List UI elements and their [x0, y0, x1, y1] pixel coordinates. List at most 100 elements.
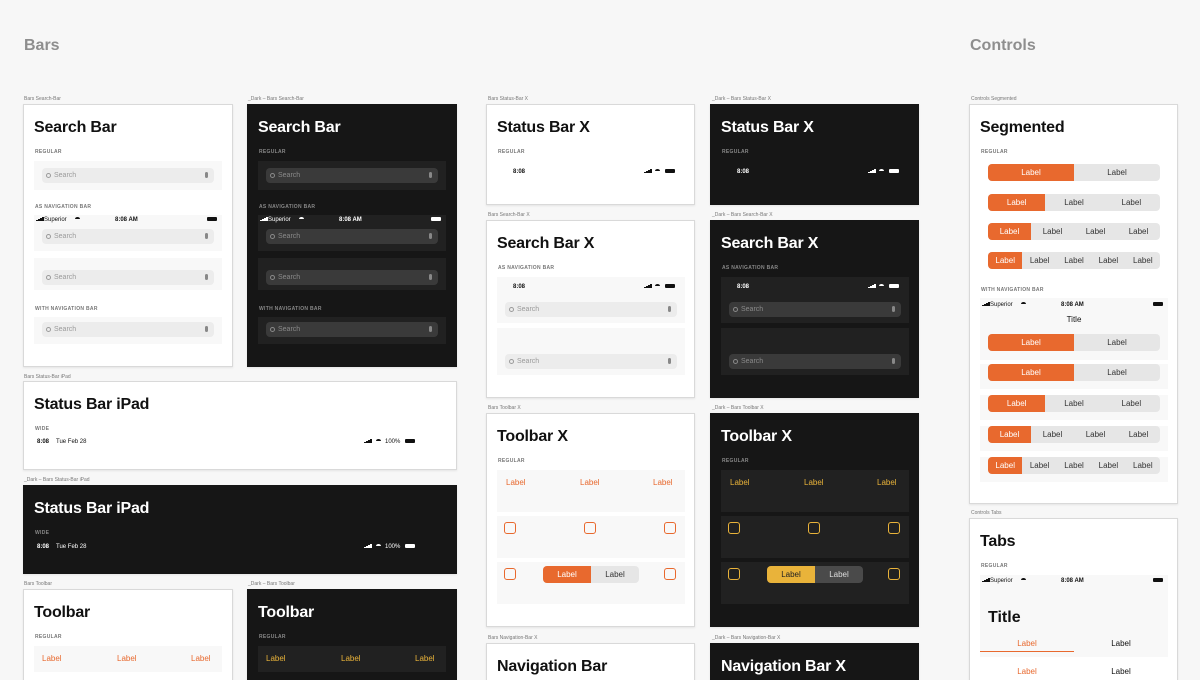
segmented-control-5[interactable]: Label Label Label Label Label: [988, 457, 1160, 474]
segment[interactable]: Label: [1057, 457, 1091, 474]
segment[interactable]: Label: [591, 566, 639, 583]
segment[interactable]: Label: [988, 395, 1046, 412]
toolbar-button-left[interactable]: Label: [42, 654, 62, 663]
checkbox-icon[interactable]: [664, 568, 676, 580]
checkbox-icon[interactable]: [728, 522, 740, 534]
status-bar-ipad-dark-artboard[interactable]: Status Bar iPad WIDE 8:08 Tue Feb 28 100…: [23, 485, 457, 574]
segmented-artboard[interactable]: Segmented REGULAR Label Label Label Label L…: [969, 104, 1178, 504]
segment[interactable]: Label: [1074, 164, 1160, 181]
search-field[interactable]: Search: [42, 168, 214, 183]
status-bar-ipad-artboard[interactable]: Status Bar iPad WIDE 8:08 Tue Feb 28 100…: [23, 381, 457, 470]
toolbar-button-right[interactable]: Label: [653, 478, 673, 487]
segment[interactable]: Label: [767, 566, 815, 583]
segment[interactable]: Label: [1074, 334, 1160, 351]
segment[interactable]: Label: [1022, 457, 1056, 474]
segment[interactable]: Label: [988, 334, 1074, 351]
checkbox-icon[interactable]: [888, 568, 900, 580]
segment[interactable]: Label: [1031, 223, 1074, 240]
search-field[interactable]: Search: [266, 229, 438, 244]
segmented-control-3[interactable]: Label Label Label: [988, 395, 1160, 412]
segment[interactable]: Label: [1126, 252, 1160, 269]
segment[interactable]: Label: [1117, 426, 1160, 443]
tab-active[interactable]: Label: [980, 639, 1074, 652]
toolbar-artboard[interactable]: Toolbar REGULAR Label Label Label: [23, 589, 233, 680]
tab[interactable]: Label: [1074, 667, 1168, 679]
segmented-control-5[interactable]: Label Label Label Label Label: [988, 252, 1160, 269]
toolbar-button-right[interactable]: Label: [877, 478, 897, 487]
segment[interactable]: Label: [988, 252, 1023, 269]
segment[interactable]: Label: [1103, 194, 1160, 211]
segment[interactable]: Label: [1091, 457, 1125, 474]
segment[interactable]: Label: [815, 566, 863, 583]
segment[interactable]: Label: [1057, 252, 1091, 269]
segment[interactable]: Label: [1103, 395, 1160, 412]
segment[interactable]: Label: [988, 364, 1074, 381]
segmented-control-2[interactable]: Label Label: [988, 364, 1160, 381]
checkbox-icon[interactable]: [504, 522, 516, 534]
checkbox-icon[interactable]: [664, 522, 676, 534]
toolbar-button-right[interactable]: Label: [415, 654, 435, 663]
search-field[interactable]: Search: [42, 322, 214, 337]
segmented-control-4[interactable]: Label Label Label Label: [988, 426, 1160, 443]
checkbox-icon[interactable]: [584, 522, 596, 534]
checkbox-icon[interactable]: [728, 568, 740, 580]
search-field[interactable]: Search: [266, 168, 438, 183]
tab[interactable]: Label: [1074, 639, 1168, 652]
segment[interactable]: Label: [1045, 395, 1102, 412]
segmented-control-3[interactable]: Label Label Label: [988, 194, 1160, 211]
segment[interactable]: Label: [988, 426, 1031, 443]
toolbar-button-center[interactable]: Label: [117, 654, 137, 663]
toolbar-button-center[interactable]: Label: [341, 654, 361, 663]
toolbar-button-center[interactable]: Label: [580, 478, 600, 487]
tab-bar[interactable]: Label Label: [980, 639, 1168, 652]
segment[interactable]: Label: [1126, 457, 1160, 474]
search-bar-x-artboard[interactable]: Search Bar X AS NAVIGATION BAR 8:08 Sear…: [486, 220, 695, 398]
toolbar-dark-artboard[interactable]: Toolbar REGULAR Label Label Label: [247, 589, 457, 680]
tab-bar[interactable]: Label Label: [980, 667, 1168, 679]
segmented-control-2[interactable]: Label Label: [988, 334, 1160, 351]
checkbox-icon[interactable]: [808, 522, 820, 534]
navigation-bar-x-artboard[interactable]: Navigation Bar: [486, 643, 695, 680]
tab-active[interactable]: Label: [980, 667, 1074, 679]
segment[interactable]: Label: [988, 194, 1046, 211]
search-bar-x-dark-artboard[interactable]: Search Bar X AS NAVIGATION BAR 8:08 Sear…: [710, 220, 919, 398]
toolbar-button-left[interactable]: Label: [266, 654, 286, 663]
segmented-control-2[interactable]: Label Label: [988, 164, 1160, 181]
checkbox-icon[interactable]: [504, 568, 516, 580]
segmented-control[interactable]: Label Label: [767, 566, 863, 583]
navigation-bar-x-dark-artboard[interactable]: Navigation Bar X: [710, 643, 919, 680]
search-field[interactable]: Search: [42, 270, 214, 285]
segment[interactable]: Label: [988, 457, 1023, 474]
segmented-control[interactable]: Label Label: [543, 566, 639, 583]
segment[interactable]: Label: [1045, 194, 1102, 211]
search-field[interactable]: Search: [266, 322, 438, 337]
segment[interactable]: Label: [1117, 223, 1160, 240]
search-bar-dark-artboard[interactable]: Search Bar REGULAR Search AS NAVIGATION …: [247, 104, 457, 367]
search-field[interactable]: Search: [729, 302, 901, 317]
tabs-artboard[interactable]: Tabs REGULAR Superior 8:08 AM Title Labe…: [969, 518, 1178, 680]
search-field[interactable]: Search: [729, 354, 901, 369]
search-field[interactable]: Search: [505, 302, 677, 317]
segment[interactable]: Label: [1031, 426, 1074, 443]
toolbar-x-artboard[interactable]: Toolbar X REGULAR Label Label Label Labe…: [486, 413, 695, 627]
toolbar-button-center[interactable]: Label: [804, 478, 824, 487]
toolbar-button-left[interactable]: Label: [730, 478, 750, 487]
segment[interactable]: Label: [543, 566, 591, 583]
search-bar-artboard[interactable]: Search Bar REGULAR Search AS NAVIGATION …: [23, 104, 233, 367]
segment[interactable]: Label: [1074, 223, 1117, 240]
toolbar-x-dark-artboard[interactable]: Toolbar X REGULAR Label Label Label Labe…: [710, 413, 919, 627]
segment[interactable]: Label: [1022, 252, 1056, 269]
segment[interactable]: Label: [1074, 426, 1117, 443]
segmented-control-4[interactable]: Label Label Label Label: [988, 223, 1160, 240]
search-field[interactable]: Search: [42, 229, 214, 244]
toolbar-button-right[interactable]: Label: [191, 654, 211, 663]
segment[interactable]: Label: [988, 164, 1074, 181]
status-bar-x-dark-artboard[interactable]: Status Bar X REGULAR 8:08: [710, 104, 919, 205]
segment[interactable]: Label: [1091, 252, 1125, 269]
toolbar-button-left[interactable]: Label: [506, 478, 526, 487]
search-field[interactable]: Search: [266, 270, 438, 285]
status-bar-x-artboard[interactable]: Status Bar X REGULAR 8:08: [486, 104, 695, 205]
segment[interactable]: Label: [988, 223, 1031, 240]
checkbox-icon[interactable]: [888, 522, 900, 534]
segment[interactable]: Label: [1074, 364, 1160, 381]
